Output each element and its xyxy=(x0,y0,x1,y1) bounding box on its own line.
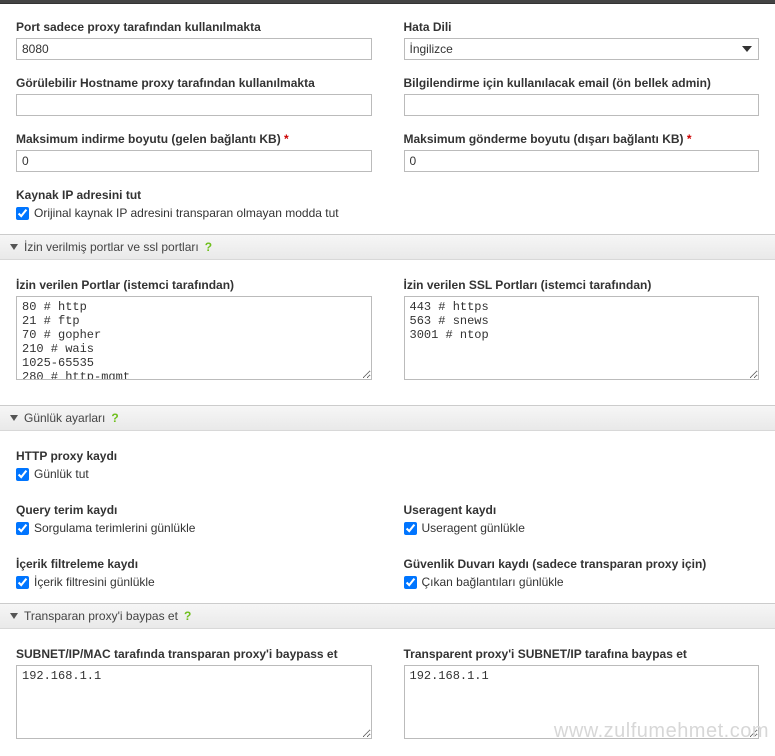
bypass-from-textarea[interactable] xyxy=(16,665,372,739)
lang-select[interactable]: İngilizce xyxy=(404,38,760,60)
section-bypass-header[interactable]: Transparan proxy'i baypas et ? xyxy=(0,604,775,629)
email-input[interactable] xyxy=(404,94,760,116)
port-label: Port sadece proxy tarafından kullanılmak… xyxy=(16,20,372,34)
fw-log-checkbox-label: Çıkan bağlantıları günlükle xyxy=(422,575,564,589)
hostname-input[interactable] xyxy=(16,94,372,116)
ua-log-label: Useragent kaydı xyxy=(404,503,760,517)
ua-log-checkbox[interactable] xyxy=(404,522,417,535)
bypass-from-label: SUBNET/IP/MAC tarafında transparan proxy… xyxy=(16,647,372,661)
allowed-ports-textarea[interactable] xyxy=(16,296,372,380)
allowed-ssl-textarea[interactable] xyxy=(404,296,760,380)
hostname-label: Görülebilir Hostname proxy tarafından ku… xyxy=(16,76,372,90)
fw-log-checkbox[interactable] xyxy=(404,576,417,589)
srcip-checkbox-label: Orijinal kaynak IP adresini transparan o… xyxy=(34,206,339,220)
query-log-checkbox-label: Sorgulama terimlerini günlükle xyxy=(34,521,195,535)
allowed-ports-label: İzin verilen Portlar (istemci tarafından… xyxy=(16,278,372,292)
query-log-label: Query terim kaydı xyxy=(16,503,372,517)
port-input[interactable] xyxy=(16,38,372,60)
help-icon[interactable]: ? xyxy=(184,609,191,623)
help-icon[interactable]: ? xyxy=(111,411,118,425)
section-log-header[interactable]: Günlük ayarları ? xyxy=(0,406,775,431)
http-log-checkbox-label: Günlük tut xyxy=(34,467,89,481)
maxdown-label: Maksimum indirme boyutu (gelen bağlantı … xyxy=(16,132,372,146)
maxup-label: Maksimum gönderme boyutu (dışarı bağlant… xyxy=(404,132,760,146)
content-log-checkbox[interactable] xyxy=(16,576,29,589)
maxup-input[interactable] xyxy=(404,150,760,172)
srcip-heading: Kaynak IP adresini tut xyxy=(16,188,372,202)
section-ports-header[interactable]: İzin verilmiş portlar ve ssl portları ? xyxy=(0,235,775,260)
maxdown-input[interactable] xyxy=(16,150,372,172)
http-log-label: HTTP proxy kaydı xyxy=(16,449,372,463)
content-log-label: İçerik filtreleme kaydı xyxy=(16,557,372,571)
email-label: Bilgilendirme için kullanılacak email (ö… xyxy=(404,76,760,90)
content-log-checkbox-label: İçerik filtresini günlükle xyxy=(34,575,155,589)
query-log-checkbox[interactable] xyxy=(16,522,29,535)
fw-log-label: Güvenlik Duvarı kaydı (sadece transparan… xyxy=(404,557,760,571)
bypass-to-textarea[interactable] xyxy=(404,665,760,739)
bypass-to-label: Transparent proxy'i SUBNET/IP tarafına b… xyxy=(404,647,760,661)
section-bypass-title: Transparan proxy'i baypas et xyxy=(24,609,178,623)
chevron-down-icon xyxy=(10,244,18,250)
chevron-down-icon xyxy=(10,613,18,619)
srcip-checkbox[interactable] xyxy=(16,207,29,220)
chevron-down-icon xyxy=(10,415,18,421)
section-log-title: Günlük ayarları xyxy=(24,411,105,425)
help-icon[interactable]: ? xyxy=(205,240,212,254)
ua-log-checkbox-label: Useragent günlükle xyxy=(422,521,525,535)
allowed-ssl-label: İzin verilen SSL Portları (istemci taraf… xyxy=(404,278,760,292)
lang-label: Hata Dili xyxy=(404,20,760,34)
http-log-checkbox[interactable] xyxy=(16,468,29,481)
section-ports-title: İzin verilmiş portlar ve ssl portları xyxy=(24,240,199,254)
